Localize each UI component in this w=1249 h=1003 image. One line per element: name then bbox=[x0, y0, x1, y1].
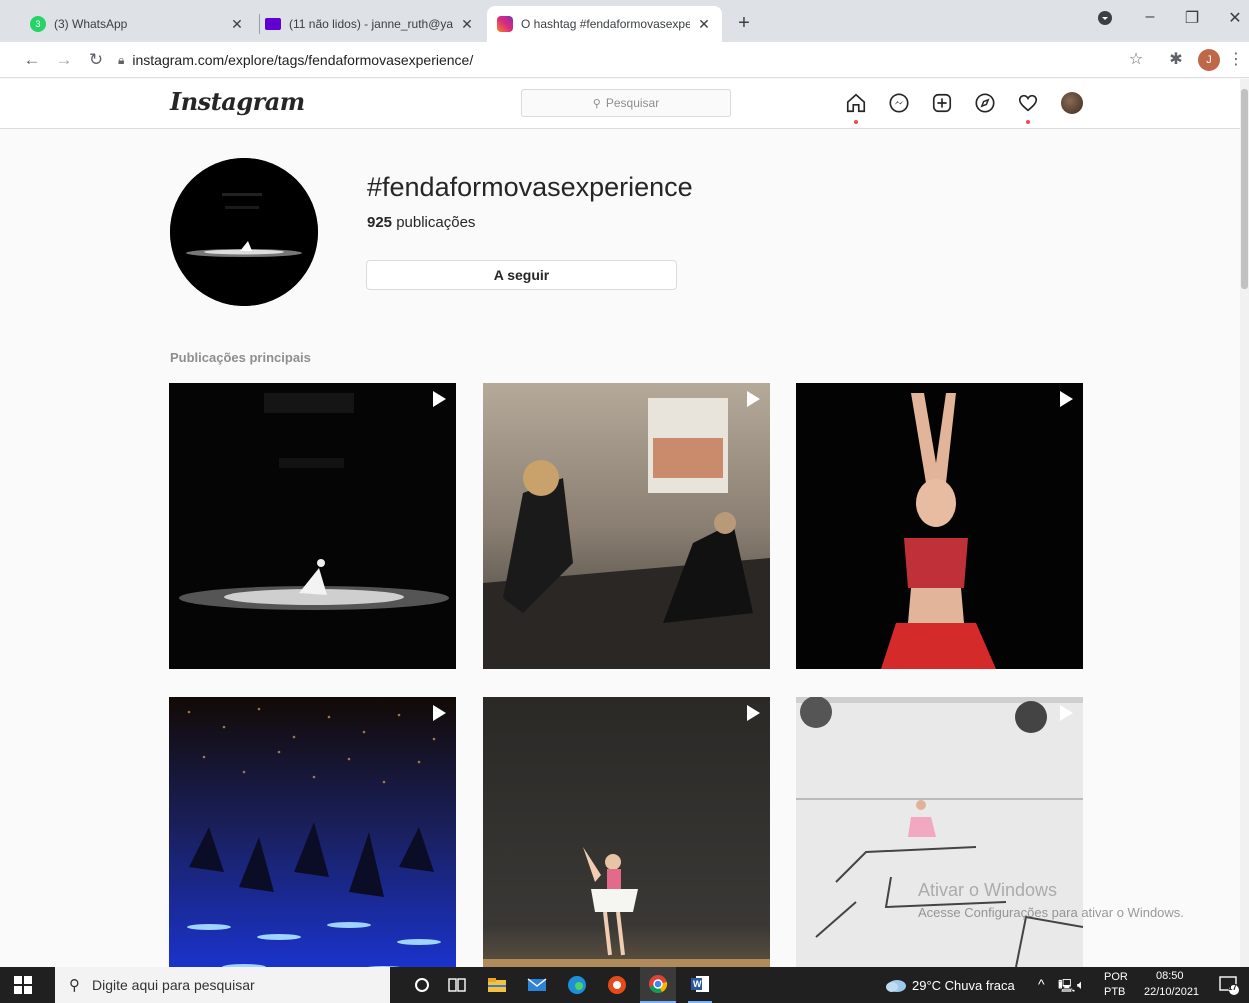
search-icon: ⚲ bbox=[592, 97, 601, 110]
hashtag-title: #fendaformovasexperience bbox=[367, 172, 693, 202]
section-title: Publicações principais bbox=[170, 350, 311, 365]
post-count: 925 publicações bbox=[367, 214, 475, 231]
taskbar-search-placeholder: Digite aqui para pesquisar bbox=[92, 977, 255, 993]
video-icon bbox=[747, 705, 760, 721]
edge-icon[interactable] bbox=[565, 973, 589, 997]
activation-watermark-title: Ativar o Windows bbox=[918, 880, 1058, 900]
messenger-icon[interactable] bbox=[888, 92, 912, 116]
video-icon bbox=[433, 705, 446, 721]
post-thumbnail[interactable] bbox=[169, 383, 456, 669]
instagram-header: Instagram ⚲ Pesquisar bbox=[0, 79, 1249, 129]
network-icon[interactable]: 🖳︎ bbox=[1058, 977, 1075, 999]
video-icon bbox=[433, 391, 446, 407]
profile-avatar-button[interactable]: J bbox=[1198, 49, 1222, 73]
weather-cloud-icon[interactable] bbox=[884, 973, 908, 997]
tab-whatsapp[interactable]: 3 (3) WhatsApp ✕ bbox=[20, 6, 255, 42]
profile-menu-icon[interactable] bbox=[1090, 10, 1120, 31]
lock-icon: 🔒︎ bbox=[118, 52, 125, 67]
video-icon bbox=[1060, 705, 1073, 721]
windows-start-icon[interactable] bbox=[14, 976, 32, 994]
video-icon bbox=[1060, 391, 1073, 407]
mail-icon[interactable] bbox=[525, 973, 549, 997]
post-thumbnail[interactable] bbox=[483, 697, 770, 983]
windows-taskbar: ⚲ Digite aqui para pesquisar W 29°C Chuv… bbox=[0, 967, 1249, 1003]
instagram-logo[interactable]: Instagram bbox=[170, 87, 305, 116]
restore-icon[interactable]: ❐ bbox=[1177, 8, 1207, 28]
close-icon[interactable]: ✕ bbox=[229, 16, 245, 33]
svg-text:W: W bbox=[693, 979, 702, 989]
search-icon: ⚲ bbox=[69, 977, 80, 994]
tab-yahoo-mail[interactable]: (11 não lidos) - janne_ruth@yaho ✕ bbox=[255, 6, 485, 42]
close-icon[interactable]: ✕ bbox=[459, 16, 475, 33]
tab-title: (3) WhatsApp bbox=[54, 17, 128, 31]
notification-dot bbox=[854, 120, 858, 124]
search-input[interactable]: ⚲ Pesquisar bbox=[521, 89, 731, 117]
scrollbar-thumb[interactable] bbox=[1241, 89, 1248, 289]
mail-icon bbox=[265, 18, 281, 30]
search-placeholder: Pesquisar bbox=[605, 96, 660, 110]
notification-count: 17 bbox=[1228, 983, 1237, 992]
post-thumbnail[interactable] bbox=[796, 383, 1083, 669]
taskbar-search-input[interactable]: ⚲ Digite aqui para pesquisar bbox=[55, 967, 390, 1003]
close-icon[interactable]: ✕ bbox=[696, 16, 712, 33]
cortana-icon[interactable] bbox=[410, 973, 434, 997]
tab-title: (11 não lidos) - janne_ruth@yaho bbox=[289, 17, 453, 31]
address-bar[interactable]: 🔒︎ instagram.com/explore/tags/fendaformo… bbox=[114, 47, 1114, 73]
hashtag-avatar bbox=[170, 158, 318, 306]
follow-button[interactable]: A seguir bbox=[366, 260, 677, 290]
clock-time[interactable]: 08:50 bbox=[1156, 970, 1184, 982]
browser-toolbar: ← → ↻ 🔒︎ instagram.com/explore/tags/fend… bbox=[0, 42, 1249, 78]
post-count-number: 925 bbox=[367, 214, 393, 231]
avatar[interactable] bbox=[1061, 92, 1083, 114]
post-thumbnail[interactable] bbox=[483, 383, 770, 669]
home-icon[interactable] bbox=[845, 92, 869, 124]
new-post-icon[interactable] bbox=[931, 92, 955, 116]
language-code[interactable]: POR bbox=[1104, 971, 1128, 983]
back-icon[interactable]: ← bbox=[20, 48, 44, 72]
instagram-icon bbox=[497, 16, 513, 32]
heart-icon[interactable] bbox=[1017, 92, 1041, 124]
activation-watermark-text: Acesse Configurações para ativar o Windo… bbox=[918, 905, 1184, 920]
video-icon bbox=[747, 391, 760, 407]
star-icon[interactable]: ☆ bbox=[1124, 48, 1148, 72]
weather-text[interactable]: 29°C Chuva fraca bbox=[912, 978, 1015, 993]
close-window-icon[interactable]: ✕ bbox=[1220, 8, 1249, 28]
minimize-icon[interactable]: – bbox=[1135, 8, 1165, 26]
chevron-up-icon[interactable]: ^ bbox=[1038, 976, 1045, 992]
tab-instagram[interactable]: O hashtag #fendaformovasexper ✕ bbox=[487, 6, 722, 42]
app-icon[interactable] bbox=[605, 973, 629, 997]
post-thumbnail[interactable] bbox=[796, 697, 1083, 983]
chrome-icon[interactable] bbox=[640, 967, 676, 1003]
whatsapp-icon: 3 bbox=[30, 16, 46, 32]
volume-muted-icon[interactable]: 🔈︎ bbox=[1077, 977, 1085, 993]
url-text: instagram.com/explore/tags/fendaformovas… bbox=[132, 52, 474, 68]
reload-icon[interactable]: ↻ bbox=[84, 48, 108, 72]
keyboard-layout[interactable]: PTB bbox=[1104, 986, 1125, 998]
file-explorer-icon[interactable] bbox=[485, 973, 509, 997]
post-count-label: publicações bbox=[392, 214, 476, 231]
browser-tab-strip: 3 (3) WhatsApp ✕ (11 não lidos) - janne_… bbox=[0, 0, 1249, 42]
extensions-icon[interactable]: ✱ bbox=[1164, 48, 1188, 72]
clock-date[interactable]: 22/10/2021 bbox=[1144, 986, 1199, 998]
task-view-icon[interactable] bbox=[445, 973, 469, 997]
page-scrollbar[interactable] bbox=[1240, 79, 1249, 967]
forward-icon[interactable]: → bbox=[52, 48, 76, 72]
tab-title: O hashtag #fendaformovasexper bbox=[521, 17, 690, 31]
word-icon[interactable]: W bbox=[688, 967, 712, 1003]
new-tab-button[interactable]: + bbox=[730, 10, 758, 38]
avatar: J bbox=[1198, 49, 1220, 71]
notification-dot bbox=[1026, 120, 1030, 124]
menu-kebab-icon[interactable]: ⋮ bbox=[1228, 48, 1244, 72]
explore-icon[interactable] bbox=[974, 92, 998, 116]
post-thumbnail[interactable] bbox=[169, 697, 456, 983]
